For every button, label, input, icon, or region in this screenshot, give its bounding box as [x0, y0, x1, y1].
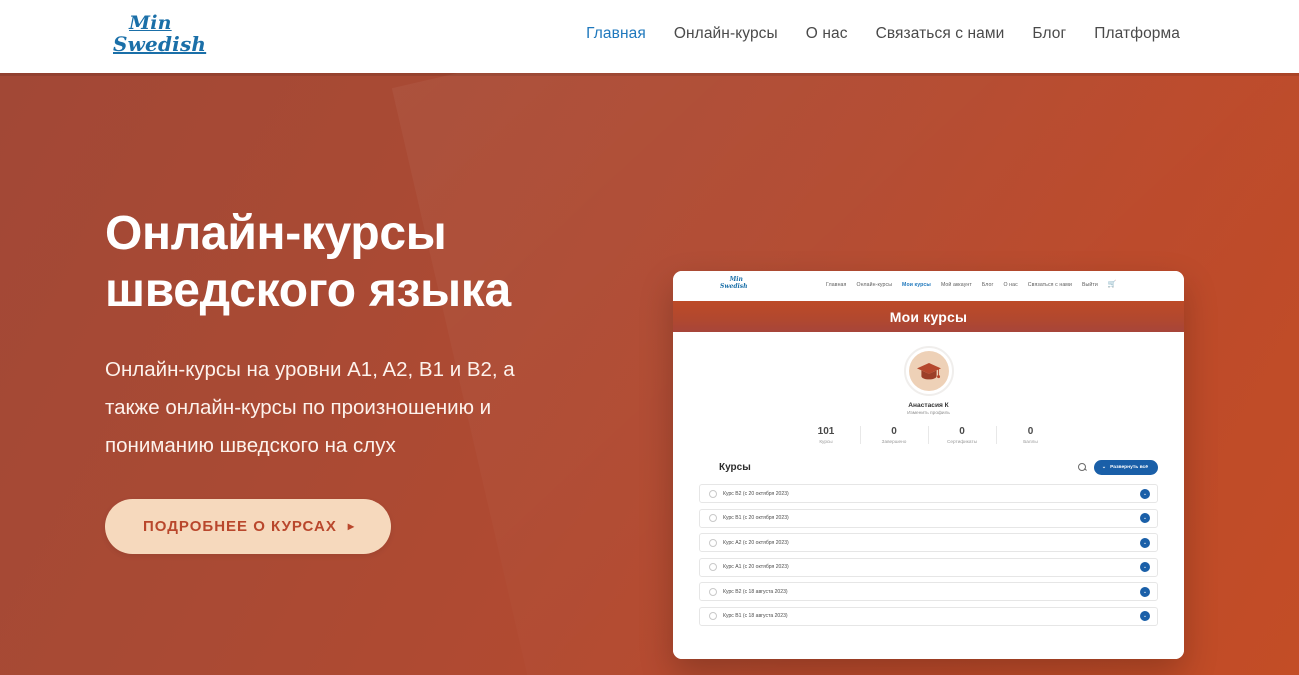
- mockup-courses-title: Курсы: [719, 462, 751, 473]
- site-logo[interactable]: Min Swedish: [113, 13, 206, 55]
- hero-cta-button[interactable]: ПОДРОБНЕЕ О КУРСАХ ▸: [105, 498, 391, 554]
- hero-subtitle: Онлайн-курсы на уровни A1, A2, B1 и B2, …: [105, 358, 515, 458]
- stat-courses: 101 Курсы: [793, 426, 861, 444]
- mockup-nav-item-about[interactable]: О нас: [1003, 282, 1017, 288]
- course-expand-chevron-down-icon[interactable]: ⌄: [1140, 611, 1150, 621]
- course-row[interactable]: Курс A1 (с 20 октября 2023) ⌄: [699, 557, 1158, 577]
- course-row-left: Курс B1 (с 18 августа 2023): [709, 612, 788, 620]
- chevron-down-icon: ⌄: [1101, 464, 1107, 470]
- mockup-page-title: Мои курсы: [889, 308, 968, 325]
- course-status-radio-icon[interactable]: [709, 563, 717, 571]
- mockup-logo[interactable]: Min Swedish: [720, 276, 748, 291]
- cart-icon[interactable]: 🛒: [1108, 281, 1117, 288]
- stat-certificates-label: Сертификаты: [947, 439, 977, 444]
- course-row[interactable]: Курс B2 (с 20 октября 2023) ⌄: [699, 484, 1158, 503]
- course-row[interactable]: Курс B1 (с 18 августа 2023) ⌄: [699, 606, 1158, 626]
- course-row-left: Курс B2 (с 18 августа 2023): [709, 587, 788, 596]
- course-row-left: Курс A2 (с 20 октября 2023): [709, 538, 789, 547]
- mockup-nav-item-my-account[interactable]: Мой аккаунт: [941, 282, 972, 288]
- course-row-label: Курс A2 (с 20 октября 2023): [723, 539, 789, 546]
- nav-item-platform[interactable]: Платформа: [1094, 25, 1180, 43]
- course-row[interactable]: Курс B2 (с 18 августа 2023) ⌄: [699, 582, 1158, 601]
- course-expand-chevron-down-icon[interactable]: ⌄: [1140, 488, 1150, 499]
- stat-certificates-value: 0: [959, 426, 965, 437]
- course-row-label: Курс B1 (с 18 августа 2023): [723, 613, 788, 619]
- course-status-radio-icon[interactable]: [709, 538, 717, 547]
- chevron-right-icon: ▸: [347, 519, 355, 534]
- expand-all-label: Развернуть всё: [1110, 465, 1148, 470]
- course-expand-chevron-down-icon[interactable]: ⌄: [1140, 537, 1150, 548]
- course-row-left: Курс B2 (с 20 октября 2023): [709, 489, 789, 498]
- course-row[interactable]: Курс B1 (с 20 октября 2023) ⌄: [699, 508, 1158, 528]
- mockup-stats: 101 Курсы 0 Завершено 0 Сертификаты 0 Ба…: [673, 426, 1184, 444]
- mockup-body: Анастасия К Изменить профиль 101 Курсы 0…: [673, 332, 1184, 659]
- course-row[interactable]: Курс A2 (с 20 октября 2023) ⌄: [699, 533, 1158, 552]
- main-navigation: Главная Онлайн-курсы О нас Связаться с н…: [586, 25, 1180, 43]
- course-row-label: Курс B2 (с 20 октября 2023): [723, 490, 789, 497]
- search-icon[interactable]: [1077, 463, 1087, 472]
- nav-item-courses[interactable]: Онлайн-курсы: [674, 25, 778, 43]
- stat-completed-value: 0: [891, 426, 897, 437]
- app-mockup-card: Min Swedish Главная Онлайн-курсы Мои кур…: [673, 271, 1184, 659]
- hero-title: Онлайн-курсы шведского языка: [105, 205, 625, 319]
- mockup-profile: Анастасия К Изменить профиль: [673, 346, 1184, 416]
- mockup-nav-item-blog[interactable]: Блог: [982, 282, 994, 288]
- course-row-label: Курс A1 (с 20 октября 2023): [723, 564, 789, 570]
- mockup-nav-item-contact[interactable]: Связаться с нами: [1028, 282, 1072, 288]
- course-row-left: Курс A1 (с 20 октября 2023): [709, 563, 789, 571]
- course-row-label: Курс B2 (с 18 августа 2023): [723, 588, 788, 595]
- course-row-label: Курс B1 (с 20 октября 2023): [723, 515, 789, 521]
- course-expand-chevron-down-icon[interactable]: ⌄: [1140, 586, 1150, 597]
- avatar: [903, 346, 954, 396]
- course-status-radio-icon[interactable]: [709, 612, 717, 620]
- stat-completed: 0 Завершено: [861, 426, 929, 444]
- mockup-courses-actions: ⌄ Развернуть всё: [1077, 460, 1158, 475]
- course-row-left: Курс B1 (с 20 октября 2023): [709, 514, 789, 522]
- stat-points: 0 Баллы: [997, 426, 1065, 444]
- mockup-logo-line2: Swedish: [720, 282, 748, 290]
- nav-item-blog[interactable]: Блог: [1032, 25, 1066, 43]
- course-status-radio-icon[interactable]: [709, 489, 717, 498]
- hero-section: Онлайн-курсы шведского языка Онлайн-курс…: [0, 73, 1299, 675]
- course-expand-chevron-down-icon[interactable]: ⌄: [1140, 513, 1150, 523]
- mockup-page-title-band: Мои курсы: [673, 301, 1184, 332]
- stat-points-label: Баллы: [1023, 439, 1038, 444]
- nav-item-home[interactable]: Главная: [586, 25, 646, 43]
- mockup-edit-profile-link[interactable]: Изменить профиль: [907, 411, 950, 416]
- hero-title-line1: Онлайн-курсы: [105, 207, 447, 260]
- stat-courses-label: Курсы: [819, 439, 833, 444]
- graduation-cap-icon: [908, 351, 949, 391]
- course-status-radio-icon[interactable]: [709, 514, 717, 522]
- mockup-header: Min Swedish Главная Онлайн-курсы Мои кур…: [673, 271, 1184, 301]
- mockup-navigation: Главная Онлайн-курсы Мои курсы Мой аккау…: [826, 281, 1117, 288]
- stat-completed-label: Завершено: [881, 439, 907, 444]
- mockup-nav-item-home[interactable]: Главная: [826, 282, 846, 288]
- expand-all-button[interactable]: ⌄ Развернуть всё: [1093, 460, 1158, 475]
- stat-certificates: 0 Сертификаты: [929, 426, 997, 444]
- landing-page: Min Swedish Главная Онлайн-курсы О нас С…: [0, 0, 1299, 675]
- hero-cta-label: ПОДРОБНЕЕ О КУРСАХ: [143, 517, 337, 535]
- course-expand-chevron-down-icon[interactable]: ⌄: [1140, 562, 1150, 572]
- mockup-nav-item-logout[interactable]: Выйти: [1082, 282, 1098, 288]
- site-header: Min Swedish Главная Онлайн-курсы О нас С…: [0, 0, 1299, 73]
- course-status-radio-icon[interactable]: [709, 587, 717, 596]
- hero-title-line2: шведского языка: [105, 264, 511, 318]
- hero-copy: Онлайн-курсы шведского языка Онлайн-курс…: [105, 205, 625, 554]
- mockup-nav-item-courses[interactable]: Онлайн-курсы: [856, 282, 892, 288]
- stat-courses-value: 101: [817, 426, 835, 437]
- site-logo-line2: Swedish: [113, 31, 207, 56]
- mockup-nav-item-my-courses[interactable]: Мои курсы: [902, 282, 931, 288]
- nav-item-contact[interactable]: Связаться с нами: [876, 25, 1005, 43]
- mockup-courses-header: Курсы ⌄ Развернуть всё: [673, 460, 1184, 475]
- mockup-course-list: Курс B2 (с 20 октября 2023) ⌄ Курс B1 (с…: [673, 484, 1184, 626]
- stat-points-value: 0: [1027, 426, 1034, 437]
- site-logo-line1: Min: [129, 12, 172, 34]
- mockup-profile-name: Анастасия К: [908, 402, 949, 409]
- nav-item-about[interactable]: О нас: [806, 25, 848, 43]
